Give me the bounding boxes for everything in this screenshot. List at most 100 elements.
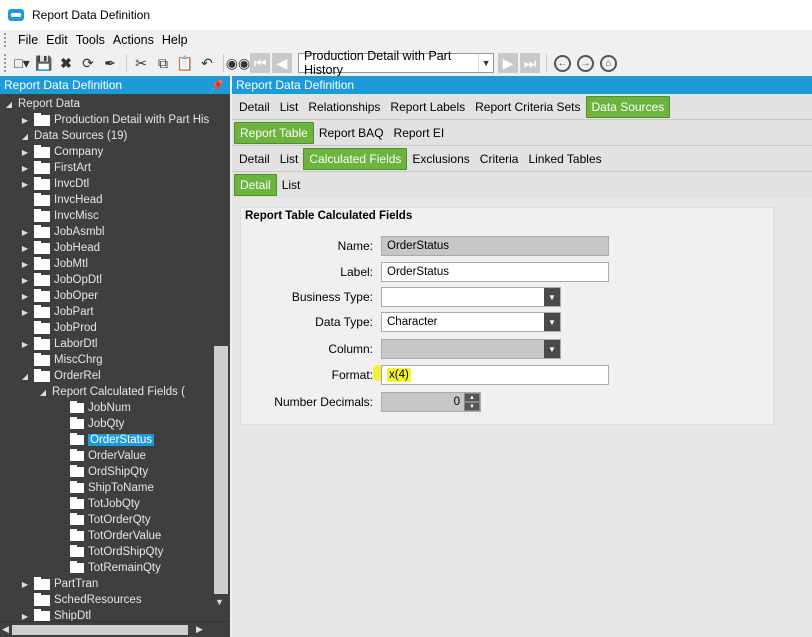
tab-criteria[interactable]: Criteria <box>475 148 524 170</box>
undo-icon[interactable]: ↶ <box>197 53 217 73</box>
tab-report-table[interactable]: Report Table <box>234 121 314 144</box>
business-type-combo[interactable]: ▼ <box>381 287 561 307</box>
tree-node-totorderqty[interactable]: TotOrderQty <box>56 512 151 528</box>
tab-detail[interactable]: Detail <box>234 174 277 196</box>
tab-relationships[interactable]: Relationships <box>303 96 385 118</box>
collapse-icon[interactable]: ◢ <box>4 100 14 109</box>
binoculars-icon[interactable]: ◉◉ <box>226 53 250 73</box>
format-field[interactable]: x(4) <box>381 365 609 385</box>
column-combo[interactable]: ▼ <box>381 339 561 359</box>
tab-detail[interactable]: Detail <box>234 96 275 118</box>
tab-exclusions[interactable]: Exclusions <box>407 148 474 170</box>
expand-icon[interactable]: ▶ <box>20 116 30 125</box>
home-icon[interactable]: ⌂ <box>600 54 617 72</box>
scrollbar-thumb[interactable] <box>12 625 188 635</box>
collapse-icon[interactable]: ◢ <box>20 372 30 381</box>
pin-icon[interactable]: 📌 <box>210 79 224 92</box>
chevron-down-icon[interactable]: ▼ <box>544 340 560 358</box>
chevron-down-icon[interactable]: ▼ <box>478 54 493 72</box>
tree-node-totordshipqty[interactable]: TotOrdShipQty <box>56 544 163 560</box>
tree-node-invcdtl[interactable]: ▶ InvcDtl <box>20 176 89 192</box>
tree-node-jobprod[interactable]: JobProd <box>20 320 97 336</box>
label-field[interactable]: OrderStatus <box>381 262 609 282</box>
tree-horizontal-scrollbar[interactable]: ◀ ▶ <box>0 621 228 637</box>
tree-node-production-detail-with-part-his[interactable]: ▶ Production Detail with Part His <box>20 112 209 128</box>
tree-node-ordshipqty[interactable]: OrdShipQty <box>56 464 148 480</box>
increment-icon[interactable]: ▲ <box>464 393 480 402</box>
tab-report-ei[interactable]: Report EI <box>389 122 450 144</box>
expand-icon[interactable]: ▶ <box>20 292 30 301</box>
tree-node-orderrel[interactable]: ◢ OrderRel <box>20 368 101 384</box>
menu-file[interactable]: File <box>14 33 42 47</box>
tab-report-criteria-sets[interactable]: Report Criteria Sets <box>470 96 585 118</box>
expand-icon[interactable]: ▶ <box>20 580 30 589</box>
stepper-buttons[interactable]: ▲ ▼ <box>464 393 480 411</box>
expand-icon[interactable]: ▶ <box>20 180 30 189</box>
tree-node-labordtl[interactable]: ▶ LaborDtl <box>20 336 97 352</box>
tree-vertical-scrollbar[interactable]: ▼ <box>212 94 228 621</box>
expand-icon[interactable]: ▶ <box>20 612 30 621</box>
paste-icon[interactable]: 📋 <box>175 53 195 73</box>
tree-node-ordervalue[interactable]: OrderValue <box>56 448 146 464</box>
save-icon[interactable]: 💾 <box>34 53 54 73</box>
expand-icon[interactable]: ▶ <box>20 276 30 285</box>
chevron-down-icon[interactable]: ▼ <box>544 313 560 331</box>
tab-linked-tables[interactable]: Linked Tables <box>523 148 606 170</box>
tree-node-shipdtl[interactable]: ▶ ShipDtl <box>20 608 91 621</box>
menu-edit[interactable]: Edit <box>42 33 72 47</box>
delete-icon[interactable]: ✖ <box>56 53 76 73</box>
tree-node-jobqty[interactable]: JobQty <box>56 416 124 432</box>
tree-node-schedresources[interactable]: SchedResources <box>20 592 142 608</box>
tree-node-shiptoname[interactable]: ShipToName <box>56 480 154 496</box>
tree-node-totjobqty[interactable]: TotJobQty <box>56 496 140 512</box>
scroll-down-icon[interactable]: ▼ <box>215 597 224 607</box>
tab-list[interactable]: List <box>277 174 306 196</box>
navigation-tree[interactable]: ◢ Report Data ▶ Production Detail with Part… <box>0 94 230 621</box>
new-icon[interactable]: □▾ <box>12 53 32 73</box>
number-decimals-stepper[interactable]: 0 ▲ ▼ <box>381 392 481 412</box>
cut-icon[interactable]: ✂ <box>131 53 151 73</box>
data-type-combo[interactable]: Character ▼ <box>381 312 561 332</box>
tree-node-parttran[interactable]: ▶ PartTran <box>20 576 98 592</box>
expand-icon[interactable]: ▶ <box>20 164 30 173</box>
tree-node-joboper[interactable]: ▶ JobOper <box>20 288 98 304</box>
tab-list[interactable]: List <box>275 96 304 118</box>
scroll-right-icon[interactable]: ▶ <box>196 624 203 635</box>
tree-node-totremainqty[interactable]: TotRemainQty <box>56 560 161 576</box>
collapse-icon[interactable]: ◢ <box>38 388 48 397</box>
tree-node-jobasmbl[interactable]: ▶ JobAsmbl <box>20 224 105 240</box>
expand-icon[interactable]: ▶ <box>20 148 30 157</box>
scrollbar-thumb[interactable] <box>214 346 228 594</box>
tree-node-invcmisc[interactable]: InvcMisc <box>20 208 99 224</box>
tree-node-firstart[interactable]: ▶ FirstArt <box>20 160 91 176</box>
tree-node-jobhead[interactable]: ▶ JobHead <box>20 240 100 256</box>
tree-node-orderstatus[interactable]: OrderStatus <box>56 432 154 448</box>
tab-data-sources[interactable]: Data Sources <box>585 95 671 118</box>
expand-icon[interactable]: ▶ <box>20 260 30 269</box>
refresh-icon[interactable]: ⟳ <box>78 53 98 73</box>
report-selector-combo[interactable]: Production Detail with Part History ▼ <box>298 49 494 77</box>
back-icon[interactable]: ← <box>554 54 571 72</box>
tree-node-invchead[interactable]: InvcHead <box>20 192 103 208</box>
expand-icon[interactable]: ▶ <box>20 228 30 237</box>
first-record-icon[interactable]: ⏮ <box>250 53 270 73</box>
next-record-icon[interactable]: ▶ <box>498 53 518 73</box>
tree-node-company[interactable]: ▶ Company <box>20 144 103 160</box>
copy-icon[interactable]: ⧉ <box>153 53 173 73</box>
tree-node-jobmtl[interactable]: ▶ JobMtl <box>20 256 88 272</box>
scroll-left-icon[interactable]: ◀ <box>2 624 9 635</box>
tree-node-report-calculated-fields[interactable]: ◢ Report Calculated Fields ( <box>38 384 185 400</box>
forward-icon[interactable]: → <box>577 54 594 72</box>
collapse-icon[interactable]: ◢ <box>20 132 30 141</box>
previous-record-icon[interactable]: ◀ <box>272 53 292 73</box>
tab-detail[interactable]: Detail <box>234 148 275 170</box>
chevron-down-icon[interactable]: ▼ <box>544 288 560 306</box>
tree-node-jobnum[interactable]: JobNum <box>56 400 131 416</box>
last-record-icon[interactable]: ⏭ <box>520 53 540 73</box>
expand-icon[interactable]: ▶ <box>20 244 30 253</box>
tab-report-baq[interactable]: Report BAQ <box>314 122 389 144</box>
tree-node-jobpart[interactable]: ▶ JobPart <box>20 304 94 320</box>
tab-calculated-fields[interactable]: Calculated Fields <box>303 147 408 170</box>
tree-node-miscchrg[interactable]: MiscChrg <box>20 352 103 368</box>
clear-icon[interactable]: ✒ <box>100 53 120 73</box>
